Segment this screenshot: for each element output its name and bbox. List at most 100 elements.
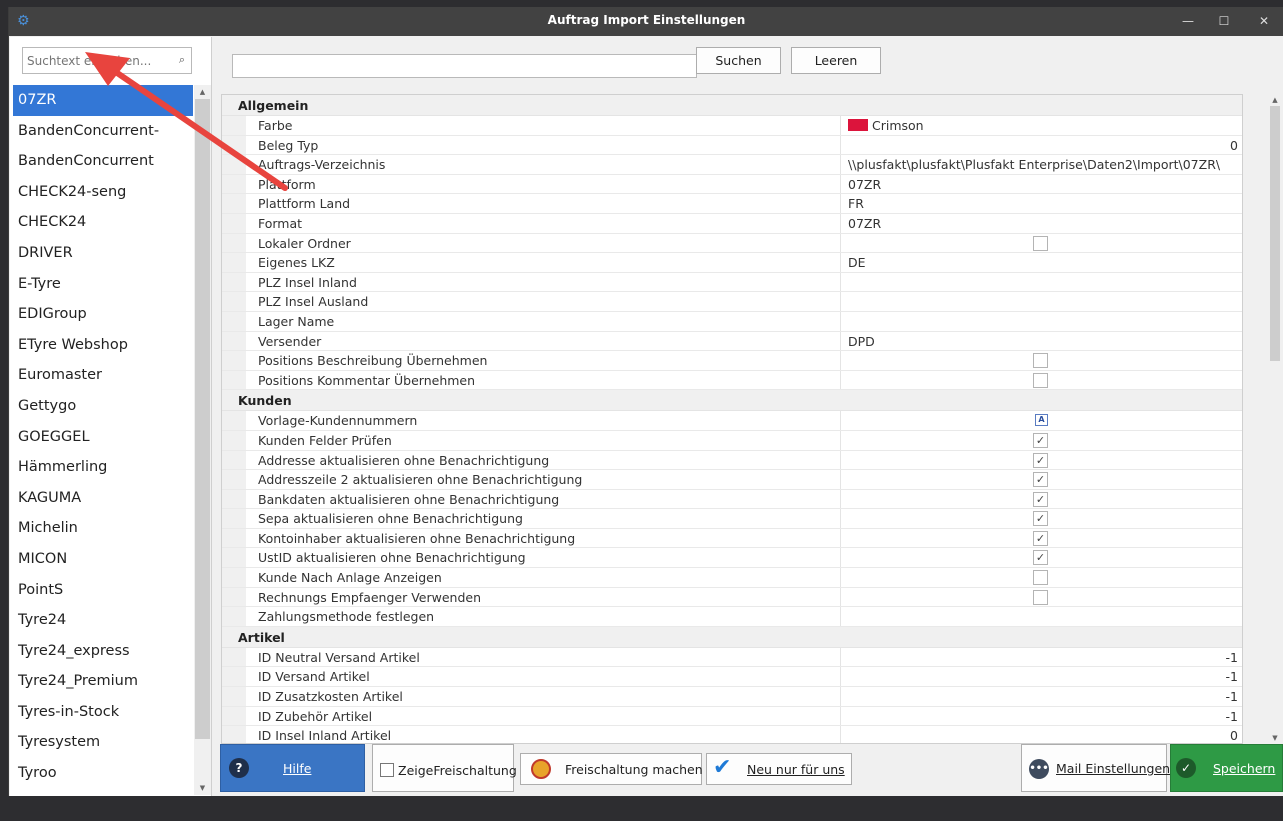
property-search-input[interactable] (232, 54, 697, 78)
sidebar-item[interactable]: Tyroo (13, 758, 193, 789)
checkbox-checked[interactable]: ✓ (1033, 550, 1048, 566)
sidebar-item[interactable]: Tyres-in-Stock (13, 697, 193, 728)
show-unlock-toggle[interactable]: ZeigeFreischaltung (372, 744, 517, 792)
sidebar-item[interactable]: PointS (13, 575, 193, 606)
search-button[interactable]: Suchen (696, 47, 781, 74)
new-for-us-button[interactable]: ✔ Neu nur für uns (706, 753, 852, 785)
property-value[interactable]: 0 (1230, 728, 1238, 743)
property-row[interactable]: ID Zubehör Artikel -1 (222, 706, 1242, 727)
checkbox[interactable] (1033, 570, 1048, 586)
checkbox[interactable] (1033, 235, 1048, 251)
scroll-up-icon[interactable]: ▲ (194, 85, 211, 99)
category-header[interactable]: Kunden (222, 390, 1242, 412)
sidebar-item[interactable]: E-Tyre (13, 269, 193, 300)
sidebar-item[interactable]: CHECK24 (13, 207, 193, 238)
property-row[interactable]: Addresse aktualisieren ohne Benachrichti… (222, 450, 1242, 471)
property-value[interactable]: -1 (1226, 669, 1238, 684)
property-value[interactable]: DPD (848, 334, 875, 349)
sidebar-item[interactable]: ETyre Webshop (13, 330, 193, 361)
property-row[interactable]: Eigenes LKZ DE (222, 253, 1242, 273)
sidebar-item[interactable]: Euromaster (13, 360, 193, 391)
property-row[interactable]: PLZ Insel Ausland (222, 292, 1242, 312)
property-value[interactable]: -1 (1226, 689, 1238, 704)
property-row[interactable]: Sepa aktualisieren ohne Benachrichtigung… (222, 509, 1242, 529)
checkbox-checked[interactable]: ✓ (1033, 511, 1048, 527)
checkbox-checked[interactable]: ✓ (1033, 491, 1048, 507)
property-row[interactable]: Auftrags-Verzeichnis \\plusfakt\plusfakt\… (222, 155, 1242, 175)
category-header[interactable]: Allgemein (222, 95, 1242, 116)
property-row[interactable]: Plattform 07ZR (222, 174, 1242, 195)
sidebar-item[interactable]: Gettygo (13, 391, 193, 422)
grid-scrollbar[interactable]: ▲ ▼ (1266, 94, 1283, 744)
clear-button[interactable]: Leeren (791, 47, 881, 74)
sidebar-item[interactable]: KAGUMA (13, 483, 193, 514)
checkbox-checked[interactable]: ✓ (1033, 432, 1048, 448)
scroll-down-icon[interactable]: ▼ (194, 781, 211, 795)
checkbox-checked[interactable]: ✓ (1033, 530, 1048, 546)
sidebar-item[interactable]: Tyresystem (13, 727, 193, 758)
property-row[interactable]: UstID aktualisieren ohne Benachrichtigun… (222, 548, 1242, 569)
property-value[interactable]: 0 (1230, 138, 1238, 153)
scrollbar-thumb[interactable] (1270, 106, 1280, 361)
close-button[interactable]: ✕ (1249, 11, 1279, 31)
scroll-up-icon[interactable]: ▲ (1266, 94, 1283, 106)
sidebar-item[interactable]: BandenConcurrent (13, 146, 193, 177)
property-row[interactable]: ID Zusatzkosten Artikel -1 (222, 687, 1242, 707)
search-icon[interactable]: ⌕ (179, 53, 185, 67)
sidebar-scrollbar[interactable]: ▲ ▼ (194, 85, 211, 795)
checkbox[interactable] (1033, 353, 1048, 369)
scroll-down-icon[interactable]: ▼ (1266, 732, 1283, 744)
property-row[interactable]: Bankdaten aktualisieren ohne Benachricht… (222, 489, 1242, 510)
property-row[interactable]: Farbe Crimson (222, 116, 1242, 136)
property-row[interactable]: Format 07ZR (222, 213, 1242, 234)
property-value[interactable]: -1 (1226, 650, 1238, 665)
save-button[interactable]: ✓ Speichern (1170, 744, 1283, 792)
sidebar-item[interactable]: Tyre24 (13, 605, 193, 636)
sidebar-item[interactable]: EDIGroup (13, 299, 193, 330)
property-row[interactable]: Vorlage-Kundennummern A (222, 411, 1242, 431)
sidebar-item[interactable]: CHECK24-seng (13, 177, 193, 208)
sidebar-item[interactable]: Tyre24_express (13, 636, 193, 667)
property-value[interactable]: 07ZR (848, 216, 881, 231)
sidebar-item[interactable]: GOEGGEL (13, 422, 193, 453)
property-row[interactable]: ID Insel Inland Artikel 0 (222, 726, 1242, 743)
property-row[interactable]: ID Neutral Versand Artikel -1 (222, 647, 1242, 668)
sidebar-item[interactable]: Hämmerling (13, 452, 193, 483)
property-row[interactable]: Rechnungs Empfaenger Verwenden (222, 587, 1242, 608)
sidebar-item[interactable]: MICON (13, 544, 193, 575)
property-value[interactable]: Crimson (848, 118, 924, 133)
checkbox[interactable] (1033, 372, 1048, 388)
edit-template-icon[interactable]: A (1035, 414, 1048, 427)
property-row[interactable]: ID Versand Artikel -1 (222, 667, 1242, 688)
property-row[interactable]: Kunde Nach Anlage Anzeigen (222, 568, 1242, 588)
property-value[interactable]: 07ZR (848, 177, 881, 192)
sidebar-search-input[interactable] (27, 51, 167, 70)
property-row[interactable]: Zahlungsmethode festlegen (222, 607, 1242, 627)
category-header[interactable]: Artikel (222, 626, 1242, 648)
sidebar-search-box[interactable]: ⌕ (22, 47, 192, 74)
property-row[interactable]: Plattform Land FR (222, 194, 1242, 214)
property-value[interactable]: DE (848, 255, 866, 270)
sidebar-item[interactable]: BandenConcurrent- (13, 116, 193, 147)
sidebar-item[interactable]: 07ZR (13, 85, 193, 116)
scrollbar-thumb[interactable] (195, 99, 210, 739)
minimize-button[interactable]: — (1173, 11, 1203, 31)
property-row[interactable]: Positions Beschreibung Übernehmen (222, 351, 1242, 371)
checkbox[interactable] (1033, 589, 1048, 605)
property-row[interactable]: Addresszeile 2 aktualisieren ohne Benach… (222, 470, 1242, 490)
property-row[interactable]: Positions Kommentar Übernehmen (222, 370, 1242, 391)
property-row[interactable]: Lokaler Ordner (222, 233, 1242, 254)
sidebar-item[interactable]: Michelin (13, 513, 193, 544)
property-row[interactable]: PLZ Insel Inland (222, 272, 1242, 293)
sidebar-item[interactable]: Tyre24_Premium (13, 666, 193, 697)
mail-settings-button[interactable]: ••• Mail Einstellungen (1021, 744, 1170, 792)
maximize-button[interactable]: ☐ (1209, 11, 1239, 31)
checkbox[interactable] (380, 763, 394, 777)
property-value[interactable]: -1 (1226, 709, 1238, 724)
property-row[interactable]: Beleg Typ 0 (222, 135, 1242, 156)
property-row[interactable]: Kunden Felder Prüfen ✓ (222, 430, 1242, 451)
property-row[interactable]: Kontoinhaber aktualisieren ohne Benachri… (222, 528, 1242, 549)
help-button[interactable]: ? Hilfe (220, 744, 365, 792)
property-value[interactable]: \\plusfakt\plusfakt\Plusfakt Enterprise\… (848, 157, 1220, 172)
unlock-button[interactable]: Freischaltung machen (520, 753, 703, 785)
